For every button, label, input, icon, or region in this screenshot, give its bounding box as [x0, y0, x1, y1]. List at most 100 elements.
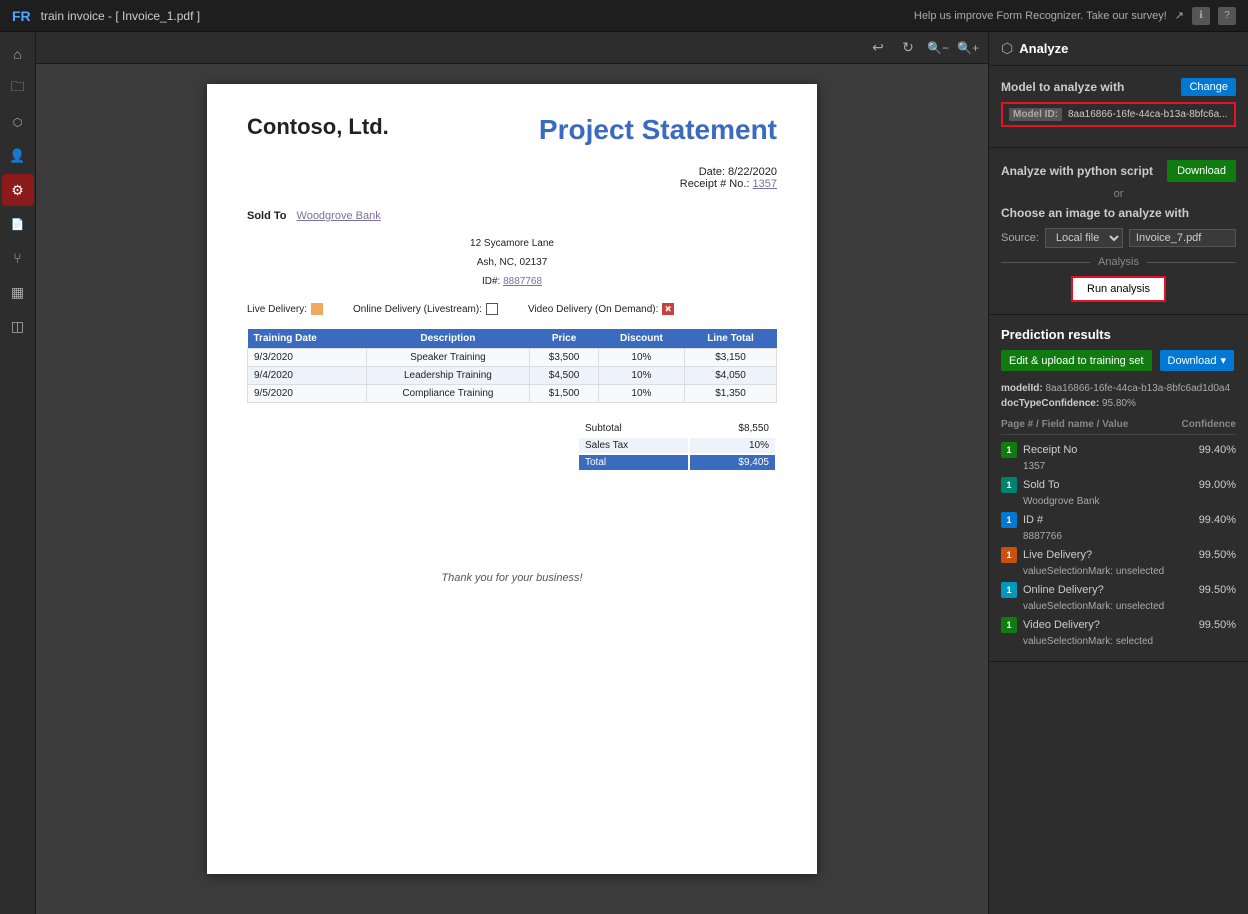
row-price: $1,500: [530, 385, 599, 403]
row-discount: 10%: [598, 385, 684, 403]
info-icon[interactable]: ℹ: [1192, 7, 1210, 25]
row-date: 9/5/2020: [248, 385, 367, 403]
source-row: Source: Local file: [1001, 228, 1236, 248]
python-download-button[interactable]: Download: [1167, 160, 1236, 182]
right-panel: ⬡ Analyze Model to analyze with Change M…: [988, 32, 1248, 914]
model-id-box: Model ID: 8aa16866-16fe-44ca-b13a-8bfc6a…: [1001, 102, 1236, 127]
sidebar-item-person[interactable]: 👤: [2, 140, 34, 172]
refresh-btn[interactable]: ↻: [896, 36, 920, 60]
model-id-full: 8aa16866-16fe-44ca-b13a-8bfc6ad1d0a4: [1045, 383, 1230, 394]
result-value: 8887766: [1001, 531, 1236, 542]
table-header-desc: Description: [366, 329, 530, 349]
download-results-button[interactable]: Download ▾: [1160, 350, 1234, 371]
result-value: 1357: [1001, 461, 1236, 472]
file-input[interactable]: [1129, 229, 1236, 247]
sidebar-item-folder[interactable]: 🗀: [2, 72, 34, 104]
table-row: 9/4/2020 Leadership Training $4,500 10% …: [248, 367, 777, 385]
result-item: 1 Live Delivery? 99.50% valueSelectionMa…: [1001, 544, 1236, 577]
pdf-address-line1: 12 Sycamore Lane: [247, 238, 777, 249]
result-value: valueSelectionMark: unselected: [1001, 566, 1236, 577]
row-desc: Compliance Training: [366, 385, 530, 403]
model-section-title: Model to analyze with: [1001, 80, 1124, 94]
pdf-address-line2: Ash, NC, 02137: [247, 257, 777, 268]
result-page-badge: 1: [1001, 442, 1017, 458]
result-page-badge: 1: [1001, 547, 1017, 563]
row-desc: Speaker Training: [366, 349, 530, 367]
or-text: or: [1114, 188, 1124, 200]
pdf-header: Contoso, Ltd. Project Statement: [247, 114, 777, 146]
row-date: 9/3/2020: [248, 349, 367, 367]
doc-title: Project Statement: [539, 114, 777, 146]
run-analysis-button[interactable]: Run analysis: [1071, 276, 1166, 302]
sidebar-item-table[interactable]: ▦: [2, 276, 34, 308]
result-value: valueSelectionMark: selected: [1001, 636, 1236, 647]
python-section-title: Analyze with python script: [1001, 164, 1153, 178]
zoom-in-btn[interactable]: 🔍+: [956, 36, 980, 60]
result-field: ID #: [1023, 514, 1193, 526]
pdf-area: ↩ ↻ 🔍− 🔍+ Contoso, Ltd. Project Statemen…: [36, 32, 988, 914]
result-confidence: 99.50%: [1199, 619, 1236, 631]
sidebar-item-document[interactable]: 📄: [2, 208, 34, 240]
edit-upload-button[interactable]: Edit & upload to training set: [1001, 350, 1152, 371]
sidebar-item-home[interactable]: ⌂: [2, 38, 34, 70]
result-field: Receipt No: [1023, 444, 1193, 456]
main-area: ⌂ 🗀 ⬡ 👤 ⚙ 📄 ⑂ ▦ ◫ ↩ ↻ 🔍− 🔍+ Contoso, Ltd…: [0, 32, 1248, 914]
content-area: ↩ ↻ 🔍− 🔍+ Contoso, Ltd. Project Statemen…: [36, 32, 1248, 914]
result-field: Online Delivery?: [1023, 584, 1193, 596]
result-row: 1 Live Delivery? 99.50%: [1001, 544, 1236, 566]
online-delivery-label: Online Delivery (Livestream):: [353, 304, 482, 315]
choose-section-title: Choose an image to analyze with: [1001, 206, 1236, 220]
sold-to-label: Sold To: [247, 210, 287, 222]
result-confidence: 99.50%: [1199, 549, 1236, 561]
change-model-button[interactable]: Change: [1181, 78, 1236, 96]
sidebar-item-settings[interactable]: ⚙: [2, 174, 34, 206]
question-icon[interactable]: ?: [1218, 7, 1236, 25]
topbar-title: train invoice - [ Invoice_1.pdf ]: [41, 9, 200, 23]
pdf-page: Contoso, Ltd. Project Statement Date: 8/…: [207, 84, 817, 874]
source-select[interactable]: Local file: [1045, 228, 1123, 248]
pdf-thank-you: Thank you for your business!: [247, 572, 777, 584]
prediction-results-section: Prediction results Edit & upload to trai…: [989, 315, 1248, 662]
result-value: Woodgrove Bank: [1001, 496, 1236, 507]
chevron-down-icon: ▾: [1220, 354, 1226, 367]
row-total: $3,150: [685, 349, 777, 367]
subtotal-label: Subtotal: [579, 421, 688, 436]
sidebar-item-layers[interactable]: ◫: [2, 310, 34, 342]
result-confidence: 99.40%: [1199, 444, 1236, 456]
result-field: Sold To: [1023, 479, 1193, 491]
model-id-label: Model ID:: [1009, 108, 1062, 121]
zoom-out-btn[interactable]: 🔍−: [926, 36, 950, 60]
prediction-buttons: Edit & upload to training set Download ▾: [1001, 350, 1236, 371]
results-list: 1 Receipt No 99.40% 1357 1 Sold To 99.00…: [1001, 439, 1236, 647]
model-row: Model to analyze with Change: [1001, 78, 1236, 96]
back-btn[interactable]: ↩: [866, 36, 890, 60]
external-link-icon: ↗: [1175, 9, 1184, 22]
row-discount: 10%: [598, 367, 684, 385]
result-item: 1 ID # 99.40% 8887766: [1001, 509, 1236, 542]
video-delivery-label: Video Delivery (On Demand):: [528, 304, 658, 315]
topbar-right: Help us improve Form Recognizer. Take ou…: [914, 7, 1236, 25]
sidebar-item-tag[interactable]: ⬡: [2, 106, 34, 138]
source-label: Source:: [1001, 232, 1039, 244]
result-item: 1 Sold To 99.00% Woodgrove Bank: [1001, 474, 1236, 507]
pdf-id: ID#: 8887768: [247, 276, 777, 287]
result-row: 1 Receipt No 99.40%: [1001, 439, 1236, 461]
result-page-badge: 1: [1001, 582, 1017, 598]
sidebar-item-branch[interactable]: ⑂: [2, 242, 34, 274]
sales-tax-label: Sales Tax: [579, 438, 688, 453]
table-header-price: Price: [530, 329, 599, 349]
sidebar: ⌂ 🗀 ⬡ 👤 ⚙ 📄 ⑂ ▦ ◫: [0, 32, 36, 914]
subtotal-value: $8,550: [690, 421, 775, 436]
checkbox-online: Online Delivery (Livestream):: [353, 303, 498, 315]
row-discount: 10%: [598, 349, 684, 367]
model-section: Model to analyze with Change Model ID: 8…: [989, 66, 1248, 148]
analyze-header: ⬡ Analyze: [989, 32, 1248, 66]
result-item: 1 Receipt No 99.40% 1357: [1001, 439, 1236, 472]
result-confidence: 99.50%: [1199, 584, 1236, 596]
pdf-totals: Subtotal $8,550 Sales Tax 10% Total $9,4…: [577, 419, 777, 472]
id-value: 8887768: [503, 276, 542, 287]
pdf-toolbar: ↩ ↻ 🔍− 🔍+: [36, 32, 988, 64]
checkbox-live: Live Delivery:: [247, 303, 323, 315]
result-row: 1 ID # 99.40%: [1001, 509, 1236, 531]
total-value: $9,405: [690, 455, 775, 470]
